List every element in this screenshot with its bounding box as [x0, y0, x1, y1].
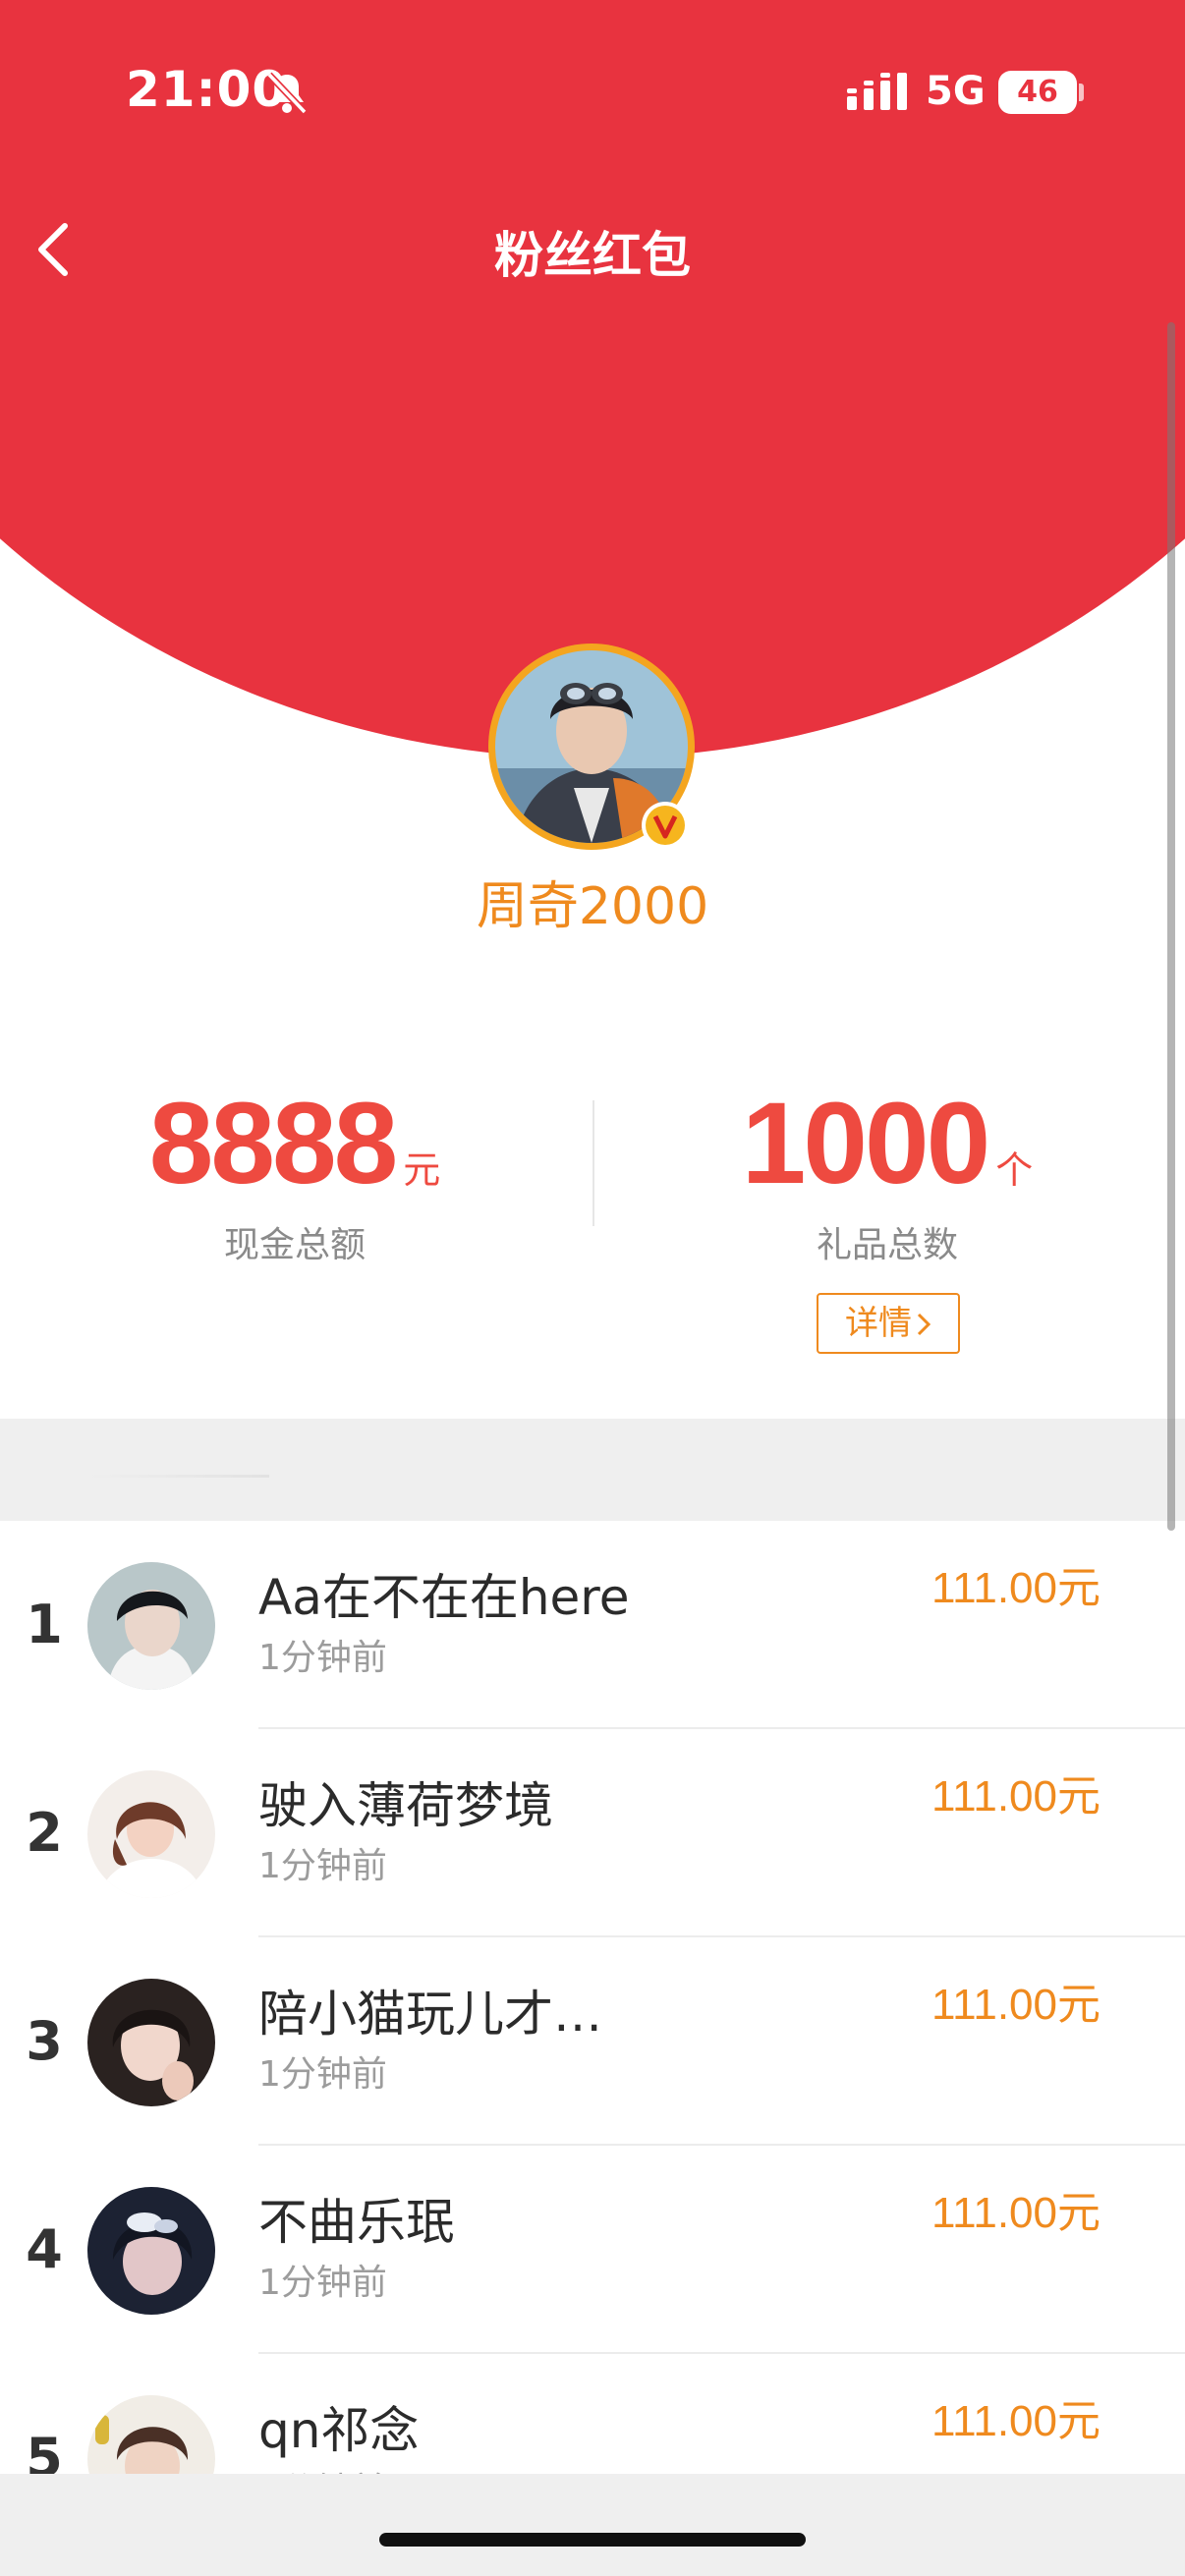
item-time: 1分钟前	[258, 1846, 387, 1886]
section-separator	[0, 1419, 1185, 1521]
rank-number: 2	[26, 1802, 63, 1864]
bell-slash-icon	[266, 72, 308, 115]
item-amount: 111.00元	[931, 2397, 1100, 2445]
item-time: 1分钟前	[258, 2054, 387, 2095]
gift-unit: 个	[995, 1148, 1034, 1192]
item-amount: 111.00元	[931, 1564, 1100, 1612]
list-item[interactable]: 4 不曲乐珉 1分钟前 111.00元	[0, 2146, 1185, 2354]
signal-bars-icon	[847, 73, 907, 110]
detail-button[interactable]: 详情	[817, 1293, 960, 1354]
list-item[interactable]: 2 驶入薄荷梦境 1分钟前 111.00元	[0, 1729, 1185, 1937]
item-name: 陪小猫玩儿才…	[258, 1986, 602, 2043]
item-name: Aa在不在在here	[258, 1569, 630, 1626]
item-time: 1分钟前	[258, 2263, 387, 2303]
cash-total-label: 现金总额	[223, 1225, 366, 1265]
network-type: 5G	[926, 69, 986, 114]
gift-total-value: 1000	[741, 1079, 991, 1208]
detail-label: 详情	[845, 1304, 912, 1343]
item-amount: 111.00元	[931, 1772, 1100, 1820]
status-time: 21:00	[126, 61, 288, 118]
avatar[interactable]	[87, 2187, 215, 2315]
battery-indicator: 46	[998, 71, 1077, 114]
scrollbar[interactable]	[1167, 322, 1175, 1531]
fan-red-packet-page: 21:00 5G 46 粉丝红包 周奇2000 8888 元 现金总额 1000…	[0, 0, 1185, 2576]
bottom-safe-area	[0, 2474, 1185, 2576]
rank-number: 1	[26, 1594, 63, 1655]
gift-total-label: 礼品总数	[816, 1225, 958, 1265]
cash-total-value: 8888	[148, 1079, 399, 1208]
avatar[interactable]	[87, 1562, 215, 1690]
page-title: 粉丝红包	[494, 227, 691, 284]
rank-number: 4	[26, 2218, 63, 2280]
avatar[interactable]	[87, 1979, 215, 2106]
item-name: qn祁念	[258, 2402, 420, 2459]
verified-badge-icon	[642, 802, 689, 849]
list-item[interactable]: 1 Aa在不在在here 1分钟前 111.00元	[0, 1521, 1185, 1729]
cash-total-stat: 8888 元 现金总额	[88, 1081, 501, 1267]
home-indicator[interactable]	[379, 2533, 806, 2547]
chevron-right-icon	[917, 1313, 931, 1336]
gift-total-stat: 1000 个 礼品总数	[681, 1081, 1094, 1267]
stats-divider	[592, 1100, 594, 1226]
avatar[interactable]	[87, 1770, 215, 1898]
battery-cap	[1079, 84, 1084, 101]
user-name: 周奇2000	[476, 877, 709, 936]
item-name: 不曲乐珉	[258, 2194, 455, 2251]
rank-number: 3	[26, 2010, 63, 2072]
list-item[interactable]: 3 陪小猫玩儿才… 1分钟前 111.00元	[0, 1937, 1185, 2146]
cash-unit: 元	[403, 1148, 441, 1192]
item-amount: 111.00元	[931, 1981, 1100, 2029]
item-amount: 111.00元	[931, 2189, 1100, 2237]
item-name: 驶入薄荷梦境	[258, 1777, 553, 1834]
item-time: 1分钟前	[258, 1638, 387, 1678]
separator-line	[88, 1475, 269, 1478]
